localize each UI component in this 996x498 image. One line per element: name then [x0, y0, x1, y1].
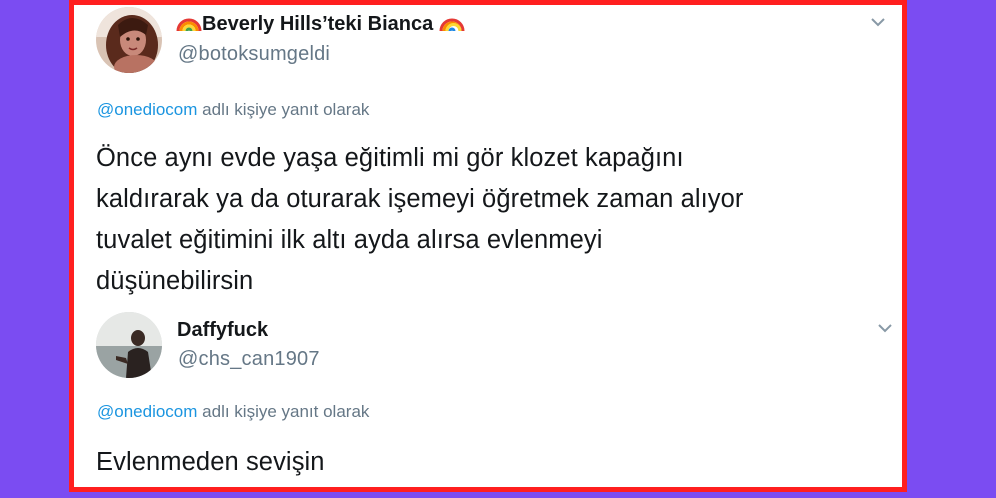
chevron-down-icon[interactable] — [876, 321, 894, 335]
tweet-card: Beverly Hills’teki Bianca @botoksumgeldi… — [74, 5, 902, 487]
tweet-text-line: kaldırarak ya da oturarak işemeyi öğretm… — [96, 185, 744, 213]
chevron-down-icon[interactable] — [869, 15, 887, 29]
handle-2[interactable]: @chs_can1907 — [178, 348, 320, 371]
reply-suffix: adlı kişiye yanıt olarak — [197, 402, 370, 421]
rainbow-icon — [439, 18, 465, 32]
tweet-text-2: Evlenmeden sevişin — [96, 442, 325, 483]
avatar-man-seaside-photo-icon — [96, 312, 162, 378]
tweet-text-line: Önce aynı evde yaşa eğitimli mi gör kloz… — [96, 144, 684, 172]
tweet-text-line: düşünebilirsin — [96, 267, 254, 295]
display-name-1[interactable]: Beverly Hills’teki Bianca — [176, 13, 465, 36]
avatar-woman-photo-icon — [96, 7, 162, 73]
handle-1[interactable]: @botoksumgeldi — [178, 43, 330, 66]
tweet-text-line: Evlenmeden sevişin — [96, 448, 325, 476]
display-name-2[interactable]: Daffyfuck — [177, 319, 268, 342]
tweet-1: Beverly Hills’teki Bianca @botoksumgeldi… — [74, 5, 902, 297]
reply-context-2: @onediocom adlı kişiye yanıt olarak — [97, 402, 369, 422]
reply-suffix: adlı kişiye yanıt olarak — [197, 100, 370, 119]
avatar-1[interactable] — [96, 7, 162, 73]
reply-mention-link[interactable]: @onediocom — [97, 402, 197, 421]
avatar-2[interactable] — [96, 312, 162, 378]
tweet-text-line: tuvalet eğitimini ilk altı ayda alırsa e… — [96, 226, 603, 254]
red-frame: Beverly Hills’teki Bianca @botoksumgeldi… — [69, 0, 907, 492]
tweet-text-1: Önce aynı evde yaşa eğitimli mi gör kloz… — [96, 138, 744, 302]
display-name-text: Beverly Hills’teki Bianca — [202, 13, 434, 35]
rainbow-icon — [176, 18, 202, 32]
tweet-2: Daffyfuck @chs_can1907 @onediocom adlı k… — [74, 301, 902, 487]
reply-context-1: @onediocom adlı kişiye yanıt olarak — [97, 100, 369, 120]
reply-mention-link[interactable]: @onediocom — [97, 100, 197, 119]
